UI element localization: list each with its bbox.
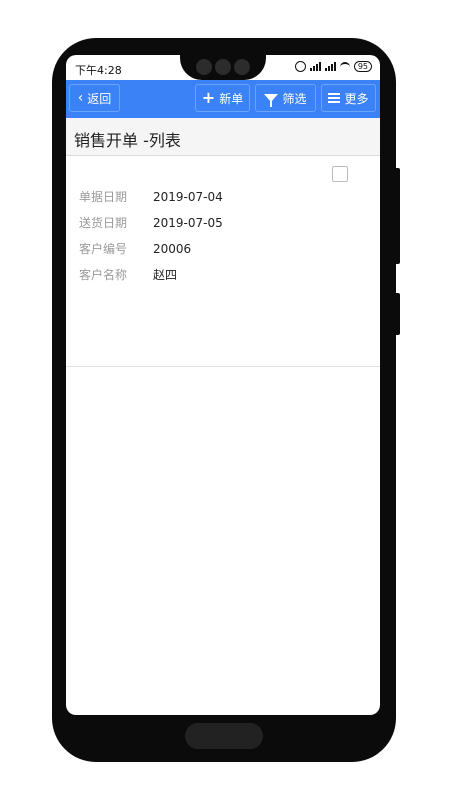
field-delivery-date: 送货日期 2019-07-05 <box>79 214 223 231</box>
back-button[interactable]: ‹ 返回 <box>69 84 120 112</box>
menu-icon <box>328 93 341 103</box>
field-value: 2019-07-04 <box>153 190 223 204</box>
camera-icon <box>196 59 212 75</box>
field-label: 送货日期 <box>79 216 128 230</box>
signal-icon <box>309 62 321 71</box>
field-value: 20006 <box>153 242 192 256</box>
camera-icon-2 <box>234 59 250 75</box>
filter-button[interactable]: 筛选 <box>255 84 316 112</box>
phone-screen: 下午4:28 95 ‹ 返回 + 新单 筛选 更多 销售开单 -列表 单据日期 … <box>66 55 380 715</box>
status-time: 下午4:28 <box>75 64 122 77</box>
list-item[interactable]: 单据日期 2019-07-04 送货日期 2019-07-05 客户编号 20006 … <box>66 156 380 367</box>
field-doc-date: 单据日期 2019-07-04 <box>79 188 223 205</box>
field-label: 单据日期 <box>79 190 128 204</box>
home-button[interactable] <box>185 723 263 749</box>
wifi-icon <box>339 61 350 72</box>
new-order-button[interactable]: + 新单 <box>195 84 250 112</box>
power-button <box>394 293 400 335</box>
back-label: 返回 <box>87 91 112 106</box>
filter-icon <box>264 94 279 107</box>
field-label: 客户编号 <box>79 242 128 256</box>
more-label: 更多 <box>344 91 369 106</box>
alarm-icon <box>294 61 306 72</box>
status-icons: 95 <box>294 61 372 72</box>
signal-icon-2 <box>324 62 336 71</box>
page-title: 销售开单 -列表 <box>74 131 181 150</box>
plus-icon: + <box>201 88 216 107</box>
new-order-label: 新单 <box>219 91 244 106</box>
sensor-icon <box>215 59 231 75</box>
title-bar: 销售开单 -列表 <box>66 118 380 156</box>
volume-button <box>394 168 400 264</box>
more-button[interactable]: 更多 <box>321 84 376 112</box>
field-customer-name: 客户名称 赵四 <box>79 266 177 283</box>
top-toolbar: ‹ 返回 + 新单 筛选 更多 <box>66 80 380 118</box>
field-customer-code: 客户编号 20006 <box>79 240 191 257</box>
field-label: 客户名称 <box>79 268 128 282</box>
chevron-left-icon: ‹ <box>77 90 84 106</box>
select-checkbox[interactable] <box>332 166 348 182</box>
field-value: 赵四 <box>153 268 178 282</box>
filter-label: 筛选 <box>282 91 307 106</box>
field-value: 2019-07-05 <box>153 216 223 230</box>
battery-icon: 95 <box>353 61 372 72</box>
